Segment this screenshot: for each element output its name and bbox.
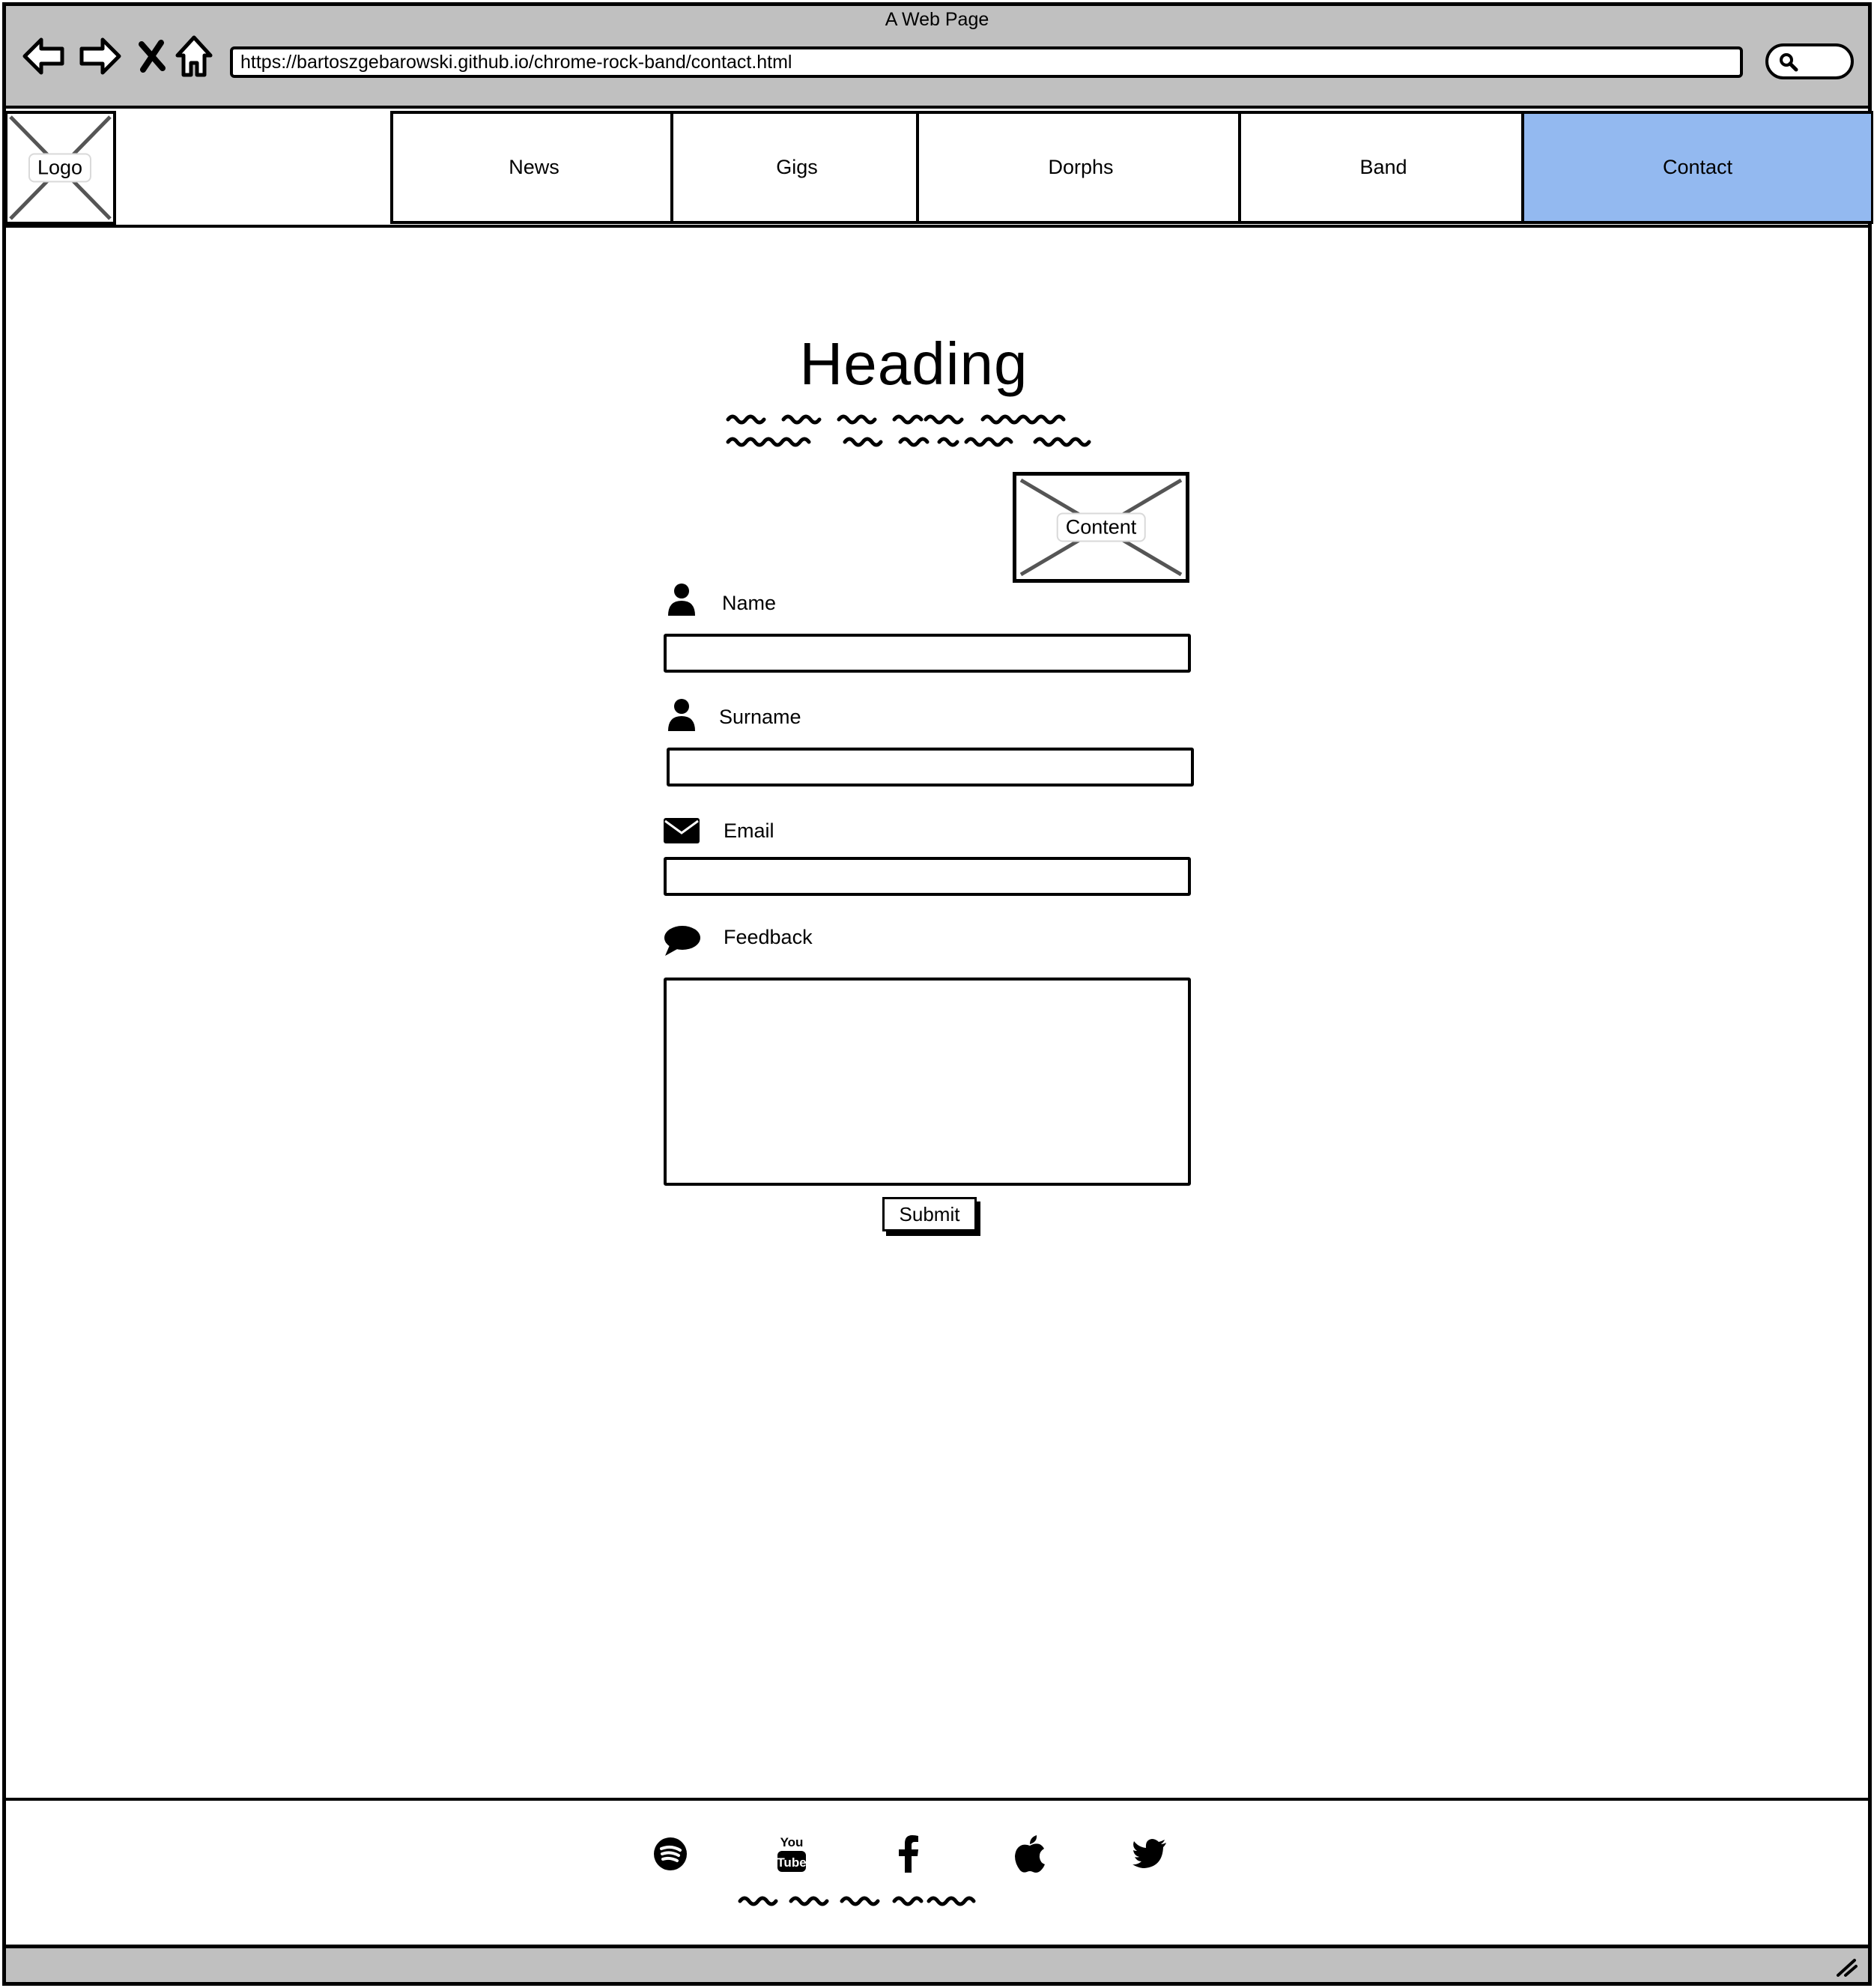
nav-item-gigs[interactable]: Gigs: [670, 111, 923, 224]
main-navigation: News Gigs Dorphs Band Contact: [390, 111, 1873, 224]
youtube-icon[interactable]: You Tube: [765, 1828, 818, 1880]
twitter-icon[interactable]: [1124, 1828, 1176, 1880]
feedback-label: Feedback: [724, 926, 813, 948]
home-icon[interactable]: [168, 30, 220, 82]
apple-icon[interactable]: [1004, 1828, 1056, 1880]
window-title: A Web Page: [885, 9, 989, 30]
logo-label: Logo: [28, 153, 92, 183]
spotify-icon[interactable]: [644, 1828, 697, 1880]
forward-arrow-icon[interactable]: [73, 30, 126, 82]
email-label: Email: [724, 819, 774, 842]
placeholder-text-scribble: [726, 414, 1091, 447]
status-bar: [2, 1945, 1872, 1986]
page-heading: Heading: [799, 330, 1028, 397]
speech-bubble-icon: [662, 924, 701, 957]
footer-text-scribble: [738, 1896, 976, 1906]
logo-placeholder[interactable]: Logo: [4, 111, 116, 225]
envelope-icon: [662, 816, 701, 845]
back-arrow-icon[interactable]: [18, 30, 70, 82]
nav-item-news[interactable]: News: [390, 111, 677, 224]
feedback-textarea[interactable]: [664, 978, 1191, 1186]
content-image-placeholder: Content: [1013, 472, 1189, 583]
facebook-icon[interactable]: [882, 1828, 934, 1880]
user-icon: [665, 583, 698, 617]
nav-item-band[interactable]: Band: [1238, 111, 1528, 224]
nav-item-dorphs[interactable]: Dorphs: [916, 111, 1245, 224]
surname-input[interactable]: [667, 748, 1194, 787]
surname-label: Surname: [719, 706, 801, 728]
name-input[interactable]: [664, 634, 1191, 673]
header-divider: [4, 225, 1870, 228]
address-bar[interactable]: [230, 46, 1743, 78]
user-icon: [665, 698, 698, 733]
resize-grip-icon[interactable]: [1835, 1957, 1858, 1977]
browser-search-box[interactable]: [1765, 43, 1854, 79]
nav-item-contact[interactable]: Contact: [1521, 111, 1873, 224]
submit-button[interactable]: Submit: [882, 1197, 977, 1231]
svg-text:Tube: Tube: [777, 1855, 806, 1870]
search-icon: [1780, 53, 1798, 72]
name-label: Name: [722, 592, 777, 614]
svg-text:You: You: [780, 1835, 804, 1849]
content-image-label: Content: [1056, 512, 1146, 542]
footer-divider: [4, 1798, 1870, 1801]
email-input[interactable]: [664, 857, 1191, 896]
